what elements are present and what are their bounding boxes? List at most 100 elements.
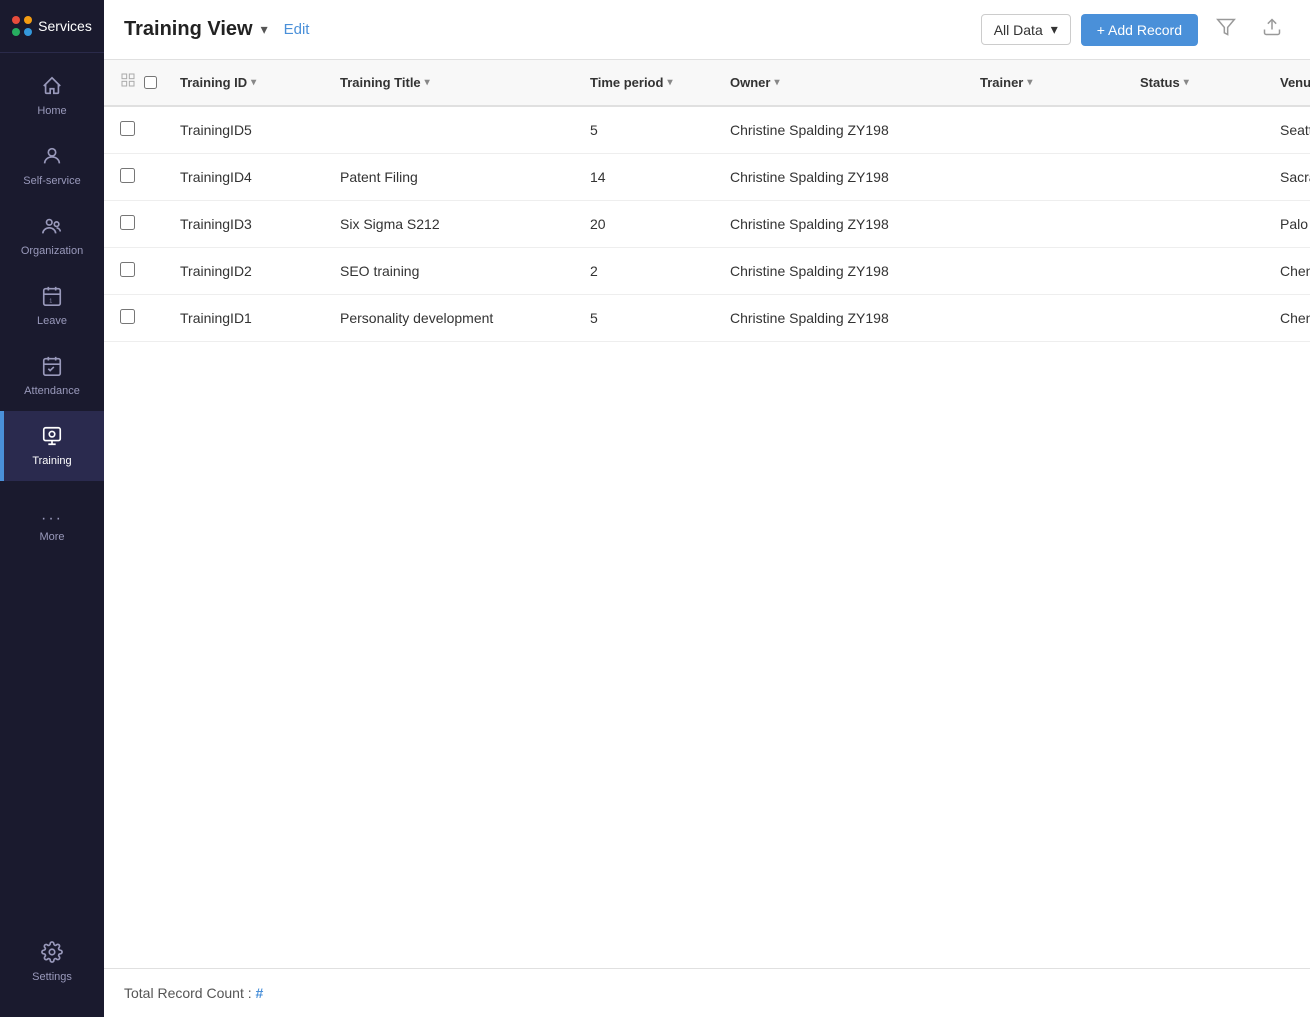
- table-body: TrainingID5 5 Christine Spalding ZY198 S…: [104, 106, 1310, 342]
- th-owner[interactable]: Owner ▾: [714, 60, 964, 106]
- th-training-title-label: Training Title: [340, 75, 421, 90]
- sort-venue[interactable]: Venue ▾: [1280, 75, 1310, 90]
- all-data-dropdown[interactable]: All Data ▾: [981, 14, 1071, 45]
- cell-trainer-2: [964, 201, 1124, 248]
- home-icon: [41, 75, 63, 101]
- cell-training-title-4: Personality development: [324, 295, 574, 342]
- cell-time-period-1: 14: [574, 154, 714, 201]
- cell-status-2: [1124, 201, 1264, 248]
- dot-blue: [24, 28, 32, 36]
- services-dots-icon: [12, 16, 32, 36]
- cell-status-0: [1124, 106, 1264, 154]
- cell-time-period-2: 20: [574, 201, 714, 248]
- edit-link[interactable]: Edit: [284, 21, 310, 38]
- cell-venue-2: Palo Alto: [1264, 201, 1310, 248]
- sidebar-item-training-label: Training: [32, 455, 71, 467]
- cell-status-4: [1124, 295, 1264, 342]
- settings-icon: [41, 941, 63, 967]
- services-label: Services: [38, 18, 92, 34]
- sidebar-item-more[interactable]: ··· More: [0, 497, 104, 557]
- footer: Total Record Count : #: [104, 968, 1310, 1017]
- svg-text:1: 1: [49, 298, 52, 304]
- sort-training-title[interactable]: Training Title ▾: [340, 75, 430, 90]
- th-venue[interactable]: Venue ▾: [1264, 60, 1310, 106]
- header-actions: All Data ▾ + Add Record: [981, 13, 1290, 46]
- header: Training View ▾ Edit All Data ▾ + Add Re…: [104, 0, 1310, 60]
- cell-status-3: [1124, 248, 1264, 295]
- filter-icon[interactable]: [1208, 13, 1244, 46]
- dot-red: [12, 16, 20, 24]
- th-status[interactable]: Status ▾: [1124, 60, 1264, 106]
- row-checkbox-4[interactable]: [120, 309, 135, 324]
- sort-status[interactable]: Status ▾: [1140, 75, 1189, 90]
- th-select-all: [104, 60, 164, 106]
- sort-arrow-training-id: ▾: [251, 77, 256, 88]
- sidebar-services[interactable]: Services: [0, 0, 104, 53]
- select-all-checkbox[interactable]: [144, 75, 157, 90]
- th-trainer[interactable]: Trainer ▾: [964, 60, 1124, 106]
- sort-trainer[interactable]: Trainer ▾: [980, 75, 1032, 90]
- cell-training-id-2: TrainingID3: [164, 201, 324, 248]
- sort-arrow-trainer: ▾: [1027, 77, 1032, 88]
- row-checkbox-1[interactable]: [120, 168, 135, 183]
- sort-arrow-owner: ▾: [774, 77, 779, 88]
- sidebar-item-leave-label: Leave: [37, 315, 67, 327]
- th-time-period[interactable]: Time period ▾: [574, 60, 714, 106]
- cell-venue-3: Chennai: [1264, 248, 1310, 295]
- sidebar: Services Home Self-service: [0, 0, 104, 1017]
- row-checkbox-0[interactable]: [120, 121, 135, 136]
- sidebar-item-self-service[interactable]: Self-service: [0, 131, 104, 201]
- cell-owner-0: Christine Spalding ZY198: [714, 106, 964, 154]
- sidebar-item-organization-label: Organization: [21, 245, 83, 257]
- sidebar-item-leave[interactable]: 1 Leave: [0, 271, 104, 341]
- row-checkbox-cell: [104, 295, 164, 342]
- sidebar-item-home[interactable]: Home: [0, 61, 104, 131]
- sidebar-item-attendance-label: Attendance: [24, 385, 80, 397]
- row-checkbox-cell: [104, 248, 164, 295]
- cell-trainer-0: [964, 106, 1124, 154]
- sidebar-item-settings[interactable]: Settings: [0, 927, 104, 997]
- sort-training-id[interactable]: Training ID ▾: [180, 75, 256, 90]
- footer-count: #: [256, 985, 264, 1001]
- sidebar-nav: Home Self-service Organization: [0, 53, 104, 927]
- table-row: TrainingID2 SEO training 2 Christine Spa…: [104, 248, 1310, 295]
- all-data-label: All Data: [994, 22, 1043, 38]
- sidebar-item-attendance[interactable]: Attendance: [0, 341, 104, 411]
- cell-trainer-1: [964, 154, 1124, 201]
- row-checkbox-cell: [104, 154, 164, 201]
- sort-arrow-status: ▾: [1184, 77, 1189, 88]
- cell-trainer-4: [964, 295, 1124, 342]
- sidebar-item-training[interactable]: Training: [0, 411, 104, 481]
- cell-owner-3: Christine Spalding ZY198: [714, 248, 964, 295]
- sort-owner[interactable]: Owner ▾: [730, 75, 780, 90]
- sidebar-item-organization[interactable]: Organization: [0, 201, 104, 271]
- attendance-icon: [41, 355, 63, 381]
- sidebar-item-settings-label: Settings: [32, 971, 72, 983]
- table-row: TrainingID3 Six Sigma S212 20 Christine …: [104, 201, 1310, 248]
- export-icon[interactable]: [1254, 13, 1290, 46]
- cell-training-id-4: TrainingID1: [164, 295, 324, 342]
- cell-trainer-3: [964, 248, 1124, 295]
- cell-training-id-0: TrainingID5: [164, 106, 324, 154]
- dropdown-chevron-icon: ▾: [1051, 21, 1058, 38]
- cell-training-title-2: Six Sigma S212: [324, 201, 574, 248]
- th-training-id[interactable]: Training ID ▾: [164, 60, 324, 106]
- cell-training-id-1: TrainingID4: [164, 154, 324, 201]
- row-checkbox-3[interactable]: [120, 262, 135, 277]
- sort-time-period[interactable]: Time period ▾: [590, 75, 672, 90]
- cell-owner-4: Christine Spalding ZY198: [714, 295, 964, 342]
- row-checkbox-2[interactable]: [120, 215, 135, 230]
- th-training-id-label: Training ID: [180, 75, 247, 90]
- cell-time-period-3: 2: [574, 248, 714, 295]
- page-title: Training View: [124, 18, 253, 41]
- cell-venue-1: Sacramento: [1264, 154, 1310, 201]
- footer-label: Total Record Count :: [124, 985, 252, 1001]
- th-training-title[interactable]: Training Title ▾: [324, 60, 574, 106]
- sort-arrow-time-period: ▾: [667, 77, 672, 88]
- th-venue-label: Venue: [1280, 75, 1310, 90]
- add-record-button[interactable]: + Add Record: [1081, 14, 1198, 46]
- cell-training-title-0: [324, 106, 574, 154]
- cell-owner-1: Christine Spalding ZY198: [714, 154, 964, 201]
- table-header-row: Training ID ▾ Training Title ▾ Time peri…: [104, 60, 1310, 106]
- row-checkbox-cell: [104, 201, 164, 248]
